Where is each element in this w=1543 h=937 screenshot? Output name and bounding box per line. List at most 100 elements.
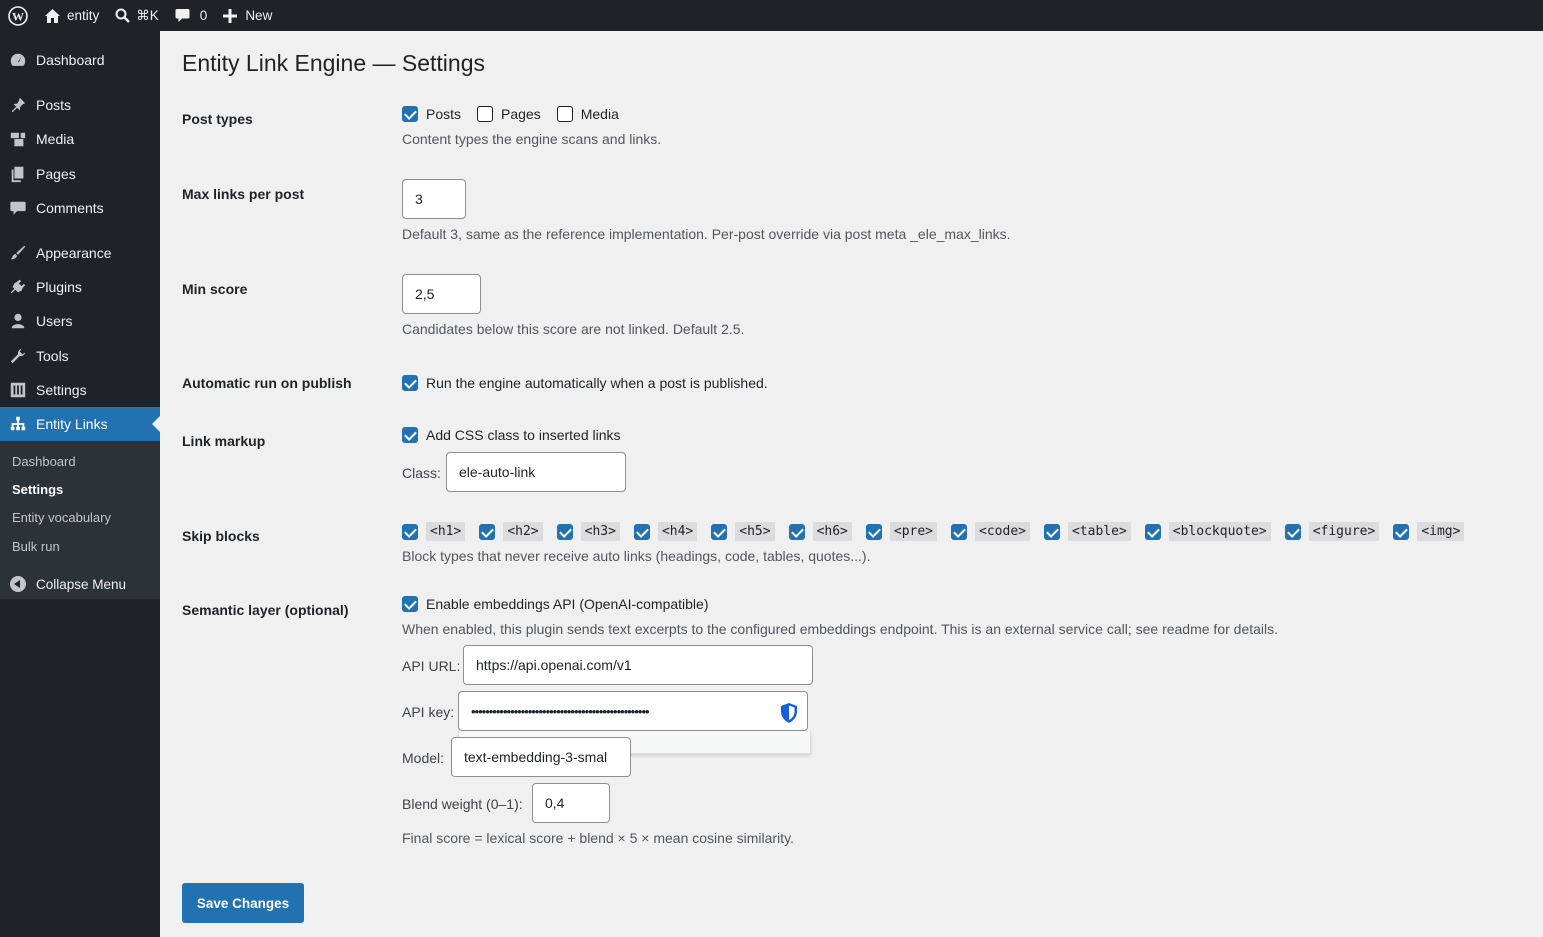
users-icon: [8, 311, 28, 331]
pages-checkbox[interactable]: [477, 106, 494, 122]
min-score-input[interactable]: 2,5: [402, 274, 481, 314]
submenu-item-dashboard[interactable]: Dashboard: [12, 454, 76, 469]
new-content-button[interactable]: New: [215, 0, 280, 31]
embeddings-description: When enabled, this plugin sends text exc…: [402, 621, 1279, 637]
skip-blocks-label: Skip blocks: [182, 528, 260, 544]
sidebar-item-entity-links[interactable]: Entity Links: [0, 407, 160, 441]
skip-pre-checkbox[interactable]: [865, 523, 882, 540]
skip-h2-checkbox[interactable]: [479, 523, 496, 540]
search-shortcut: ⌘K: [136, 7, 159, 23]
save-changes-button[interactable]: Save Changes: [182, 883, 304, 923]
embeddings-option: Enable embeddings API (OpenAI-compatible…: [402, 596, 725, 612]
api-key-label: API key:: [402, 704, 455, 720]
skip-block-tag: <blockquote>: [1168, 522, 1271, 541]
dashboard-icon: [8, 50, 28, 70]
skip-h3-checkbox[interactable]: [556, 523, 573, 540]
sidebar-item-pages[interactable]: Pages: [0, 157, 160, 191]
skip-block-tag: <pre>: [889, 522, 938, 541]
wordpress-logo-button[interactable]: W: [0, 0, 36, 31]
submenu-item-settings[interactable]: Settings: [12, 482, 63, 497]
skip-figure-checkbox[interactable]: [1284, 523, 1301, 540]
skip-code-checkbox[interactable]: [951, 523, 968, 540]
svg-text:W: W: [12, 9, 24, 23]
home-icon: [45, 8, 60, 23]
sidebar-item-media[interactable]: Media: [0, 122, 160, 156]
sidebar-item-label: Media: [36, 131, 75, 147]
plus-icon: [223, 8, 238, 23]
skip-h1-checkbox[interactable]: [402, 523, 418, 540]
min-score-label: Min score: [182, 281, 248, 297]
sidebar-item-settings[interactable]: Settings: [0, 373, 160, 407]
collapse-menu-label: Collapse Menu: [36, 576, 127, 592]
min-score-description: Candidates below this score are not link…: [402, 321, 745, 337]
sidebar-item-dashboard[interactable]: Dashboard: [0, 43, 160, 77]
sidebar-item-tools[interactable]: Tools: [0, 339, 160, 373]
sidebar-item-label: Dashboard: [36, 52, 105, 68]
skip-block-h1: <h1>: [402, 522, 479, 541]
model-label: Model:: [402, 750, 445, 766]
embeddings-checkbox-label: Enable embeddings API (OpenAI-compatible…: [426, 596, 709, 612]
skip-block-table: <table>: [1043, 522, 1145, 541]
skip-table-checkbox[interactable]: [1043, 523, 1060, 540]
skip-block-tag: <img>: [1417, 522, 1465, 541]
skip-img-checkbox[interactable]: [1393, 523, 1410, 540]
skip-h6-checkbox[interactable]: [788, 523, 805, 540]
skip-blockquote-checkbox[interactable]: [1144, 523, 1161, 540]
search-icon: [115, 8, 131, 23]
sidebar-item-posts[interactable]: Posts: [0, 88, 160, 122]
posts-checkbox[interactable]: [402, 106, 418, 122]
sidebar-item-label: Posts: [36, 97, 72, 113]
sitemap-icon: [8, 414, 28, 434]
auto-run-option: Run the engine automatically when a post…: [402, 375, 784, 391]
password-manager-shield-icon[interactable]: [780, 702, 798, 724]
sidebar-item-users[interactable]: Users: [0, 304, 160, 338]
settings-icon: [8, 380, 28, 400]
skip-block-h3: <h3>: [556, 522, 634, 541]
class-field-label: Class:: [402, 465, 441, 481]
submenu-item-entity-vocabulary[interactable]: Entity vocabulary: [12, 510, 111, 525]
submenu-item-bulk-run[interactable]: Bulk run: [12, 539, 60, 554]
sidebar-item-appearance[interactable]: Appearance: [0, 236, 160, 270]
sidebar-item-label: Plugins: [36, 279, 82, 295]
sidebar-item-label: Appearance: [36, 245, 112, 261]
page-title: Entity Link Engine — Settings: [182, 50, 485, 76]
post-types-description: Content types the engine scans and links…: [402, 131, 662, 147]
sidebar-item-comments[interactable]: Comments: [0, 191, 160, 225]
skip-block-h4: <h4>: [633, 522, 711, 541]
post-types-label: Post types: [182, 111, 253, 127]
paintbrush-icon: [8, 243, 28, 263]
media-checkbox[interactable]: [556, 106, 573, 122]
pin-icon: [8, 95, 28, 115]
max-links-description: Default 3, same as the reference impleme…: [402, 226, 1011, 242]
search-button[interactable]: ⌘K: [107, 0, 167, 31]
auto-run-checkbox[interactable]: [402, 375, 418, 391]
admin-sidebar: Dashboard Posts Media Pages Comments App…: [0, 31, 160, 937]
skip-h5-checkbox[interactable]: [711, 523, 728, 540]
skip-block-tag: <table>: [1067, 522, 1131, 541]
sidebar-item-label: Comments: [36, 200, 104, 216]
new-label: New: [245, 8, 273, 23]
site-name-link[interactable]: entity: [36, 0, 107, 31]
skip-h4-checkbox[interactable]: [633, 523, 650, 540]
max-links-input[interactable]: 3: [402, 179, 466, 219]
sidebar-item-label: Entity Links: [36, 416, 108, 432]
settings-content: Entity Link Engine — Settings Post types…: [160, 31, 1543, 937]
skip-block-pre: <pre>: [865, 522, 951, 541]
api-url-label: API URL:: [402, 658, 461, 674]
blend-weight-label: Blend weight (0–1):: [402, 796, 523, 812]
api-key-input[interactable]: ••••••••••••••••••••••••••••••••••••••••…: [458, 691, 808, 731]
site-name-label: entity: [67, 8, 100, 23]
score-formula-description: Final score = lexical score + blend × 5 …: [402, 830, 794, 846]
class-input[interactable]: ele-auto-link: [446, 452, 626, 492]
api-url-input[interactable]: https://api.openai.com/v1: [463, 645, 813, 685]
collapse-menu-button[interactable]: Collapse Menu: [0, 571, 160, 597]
model-input[interactable]: text-embedding-3-smal: [451, 737, 631, 777]
comments-button[interactable]: 0: [167, 0, 216, 31]
css-class-checkbox[interactable]: [402, 427, 418, 443]
media-icon: [8, 129, 28, 149]
sidebar-item-plugins[interactable]: Plugins: [0, 270, 160, 304]
blend-weight-input[interactable]: 0,4: [532, 783, 610, 823]
skip-blocks-list: <h1> <h2> <h3> <h4> <h5> <h6> <pre> <cod…: [402, 522, 1465, 541]
embeddings-checkbox[interactable]: [402, 596, 418, 612]
skip-block-tag: <h4>: [657, 522, 698, 541]
